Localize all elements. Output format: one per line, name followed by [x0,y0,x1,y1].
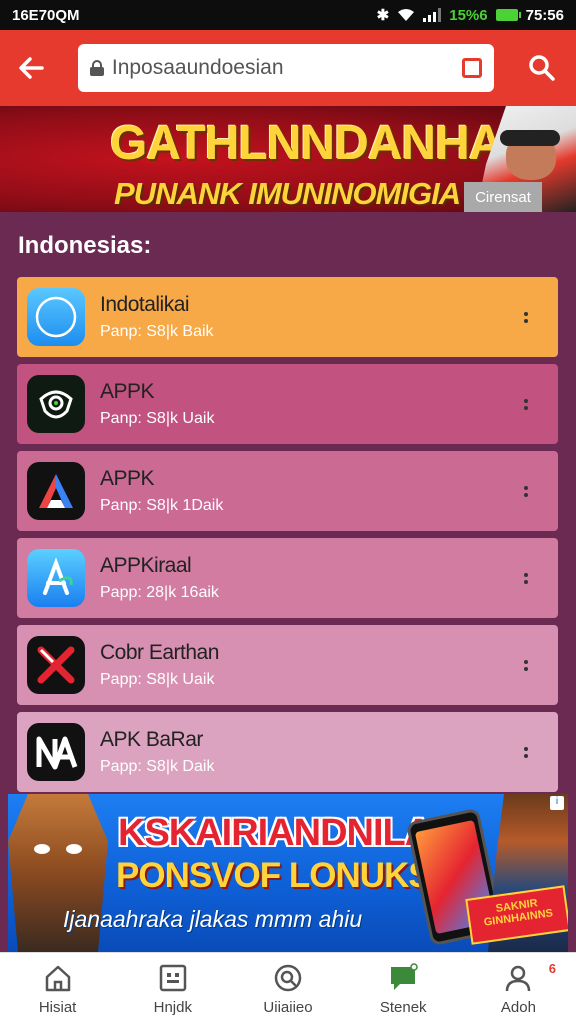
status-carrier-text: 16E70QM [12,6,80,24]
section-title: Indonesias: [18,232,152,259]
app-name: APPKiraal [100,554,192,577]
nav-label: Uiiaiieo [263,999,313,1016]
app-meta: Papp: 28|k 16aik [100,584,219,601]
app-meta: Panp: S8|k Baik [100,323,214,340]
app-list: Indotalikai Panp: S8|k Baik APPK Panp: S… [17,277,558,799]
banner-title: GATHLNNDANHA [110,117,503,170]
home-icon [41,961,75,995]
eye-shield-icon [27,375,85,433]
nav-label: Adoh [500,999,536,1016]
app-meta: Panp: S8|k Uaik [100,410,215,427]
bottom-navigation: Hisiat Hnjdk Uiiaiieo Stenek Adoh 6 [0,952,576,1024]
battery-icon [495,9,521,21]
nav-label: Hisiat [38,999,77,1016]
x-logo-icon [27,636,85,694]
app-meta: Papp: S8|k Daik [100,758,215,775]
nav-label: Stenek [379,999,427,1016]
a-logo-icon [27,462,85,520]
list-item[interactable]: APPKiraal Papp: 28|k 16aik [17,538,558,618]
list-item[interactable]: Indotalikai Panp: S8|k Baik [17,277,558,357]
nav-item-search[interactable]: Uiiaiieo [230,953,345,1024]
more-menu-icon[interactable] [516,742,536,762]
url-text[interactable]: Inposaaundoesian [112,56,462,80]
lock-icon [89,60,104,76]
compass-icon [27,288,85,346]
banner-subheadline: PONSVOF LONUKS [116,856,432,895]
list-item[interactable]: APK BaRar Papp: S8|k Daik [17,712,558,792]
wifi-icon [398,9,415,21]
battery-percent: 15%6 [449,6,488,24]
na-logo-icon [27,723,85,781]
search-circle-icon [271,961,305,995]
banner-open-button[interactable]: Cirensat [464,182,542,212]
banner-subtitle: PUNANK IMUNINOMIGIA [114,176,461,211]
nav-item-profile[interactable]: Adoh 6 [461,953,576,1024]
chat-icon [386,961,420,995]
app-name: APK BaRar [100,728,203,751]
tabs-icon[interactable] [462,58,483,78]
app-name: APPK [100,380,155,403]
more-menu-icon[interactable] [516,394,536,414]
signal-icon [423,8,442,22]
search-button[interactable] [522,48,562,88]
adchoices-icon[interactable]: i [550,796,564,810]
list-item[interactable]: APPK Panp: S8|k 1Daik [17,451,558,531]
nav-item-home[interactable]: Hisiat [0,953,115,1024]
notification-badge: 6 [548,961,557,976]
banner-headline: KSKAIRIANDNILA [118,812,432,854]
url-bar[interactable]: Inposaaundoesian [77,44,495,92]
grid-icon [156,961,190,995]
app-name: APPK [100,467,155,490]
more-menu-icon[interactable] [516,481,536,501]
bottom-banner-ad[interactable]: KSKAIRIANDNILA PONSVOF LONUKS Ijanaahrak… [8,794,568,952]
browser-toolbar: Inposaaundoesian [0,30,576,106]
search-icon [529,55,555,81]
nav-label: Hnjdk [153,999,192,1016]
arrow-left-icon [19,57,44,79]
status-time: 75:56 [525,6,564,24]
profile-icon [501,961,535,995]
app-meta: Papp: S8|k Uaik [100,671,215,688]
more-menu-icon[interactable] [516,655,536,675]
app-store-icon [27,549,85,607]
nav-item-chat[interactable]: Stenek [346,953,461,1024]
app-meta: Panp: S8|k 1Daik [100,497,224,514]
banner-tagline: Ijanaahraka jlakas mmm ahiu [63,906,363,932]
app-name: Indotalikai [100,293,190,316]
app-name: Cobr Earthan [100,641,219,664]
more-menu-icon[interactable] [516,307,536,327]
back-button[interactable] [14,51,48,85]
list-item[interactable]: Cobr Earthan Papp: S8|k Uaik [17,625,558,705]
list-item[interactable]: APPK Panp: S8|k Uaik [17,364,558,444]
bluetooth-icon: ✱ [376,7,390,24]
status-icons: ✱ 15%6 75:56 [376,6,564,25]
more-menu-icon[interactable] [516,568,536,588]
status-bar: 16E70QM ✱ 15%6 75:56 [0,0,576,30]
nav-item-grid[interactable]: Hnjdk [115,953,230,1024]
